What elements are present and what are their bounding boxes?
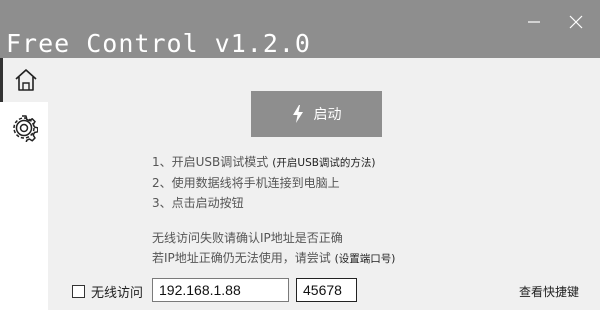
view-shortcuts-link[interactable]: 查看快捷键: [519, 283, 579, 300]
home-icon: [14, 69, 37, 91]
start-button[interactable]: 启动: [251, 91, 382, 137]
set-port-link[interactable]: (设置端口号): [335, 253, 396, 265]
instructions: 1、开启USB调试模式 (开启USB调试的方法) 2、使用数据线将手机连接到电脑上…: [152, 152, 376, 213]
step-1: 1、开启USB调试模式 (开启USB调试的方法): [152, 152, 376, 173]
port-input[interactable]: [296, 278, 357, 302]
step-2: 2、使用数据线将手机连接到电脑上: [152, 176, 340, 190]
close-button[interactable]: [556, 0, 596, 58]
wireless-help-text: 若IP地址正确仍无法使用，请尝试: [152, 251, 331, 265]
title-bar[interactable]: Free Control v1.2.0: [0, 0, 600, 58]
wireless-access-checkbox[interactable]: 无线访问: [72, 282, 143, 301]
app-title: Free Control v1.2.0: [6, 29, 311, 58]
close-icon: [569, 15, 583, 29]
sidebar-item-settings[interactable]: [0, 106, 48, 150]
minimize-icon: [528, 21, 540, 23]
minimize-button[interactable]: [514, 0, 554, 58]
step-3: 3、点击启动按钮: [152, 196, 244, 210]
wireless-help-line-1: 无线访问失败请确认IP地址是否正确: [152, 231, 343, 245]
wireless-help: 无线访问失败请确认IP地址是否正确 若IP地址正确仍无法使用，请尝试 (设置端口…: [152, 228, 395, 269]
wireless-access-label: 无线访问: [91, 286, 144, 301]
sidebar-item-home[interactable]: [0, 58, 48, 102]
bolt-icon: [292, 105, 304, 123]
usb-debug-help-link[interactable]: (开启USB调试的方法): [272, 157, 375, 169]
checkbox-box[interactable]: [72, 285, 85, 298]
ip-address-input[interactable]: [152, 278, 289, 302]
sidebar: [0, 58, 48, 310]
gear-icon: [13, 115, 38, 142]
wireless-help-line-2: 若IP地址正确仍无法使用，请尝试 (设置端口号): [152, 248, 395, 269]
start-button-label: 启动: [313, 107, 342, 123]
step-text: 1、开启USB调试模式: [152, 155, 269, 169]
